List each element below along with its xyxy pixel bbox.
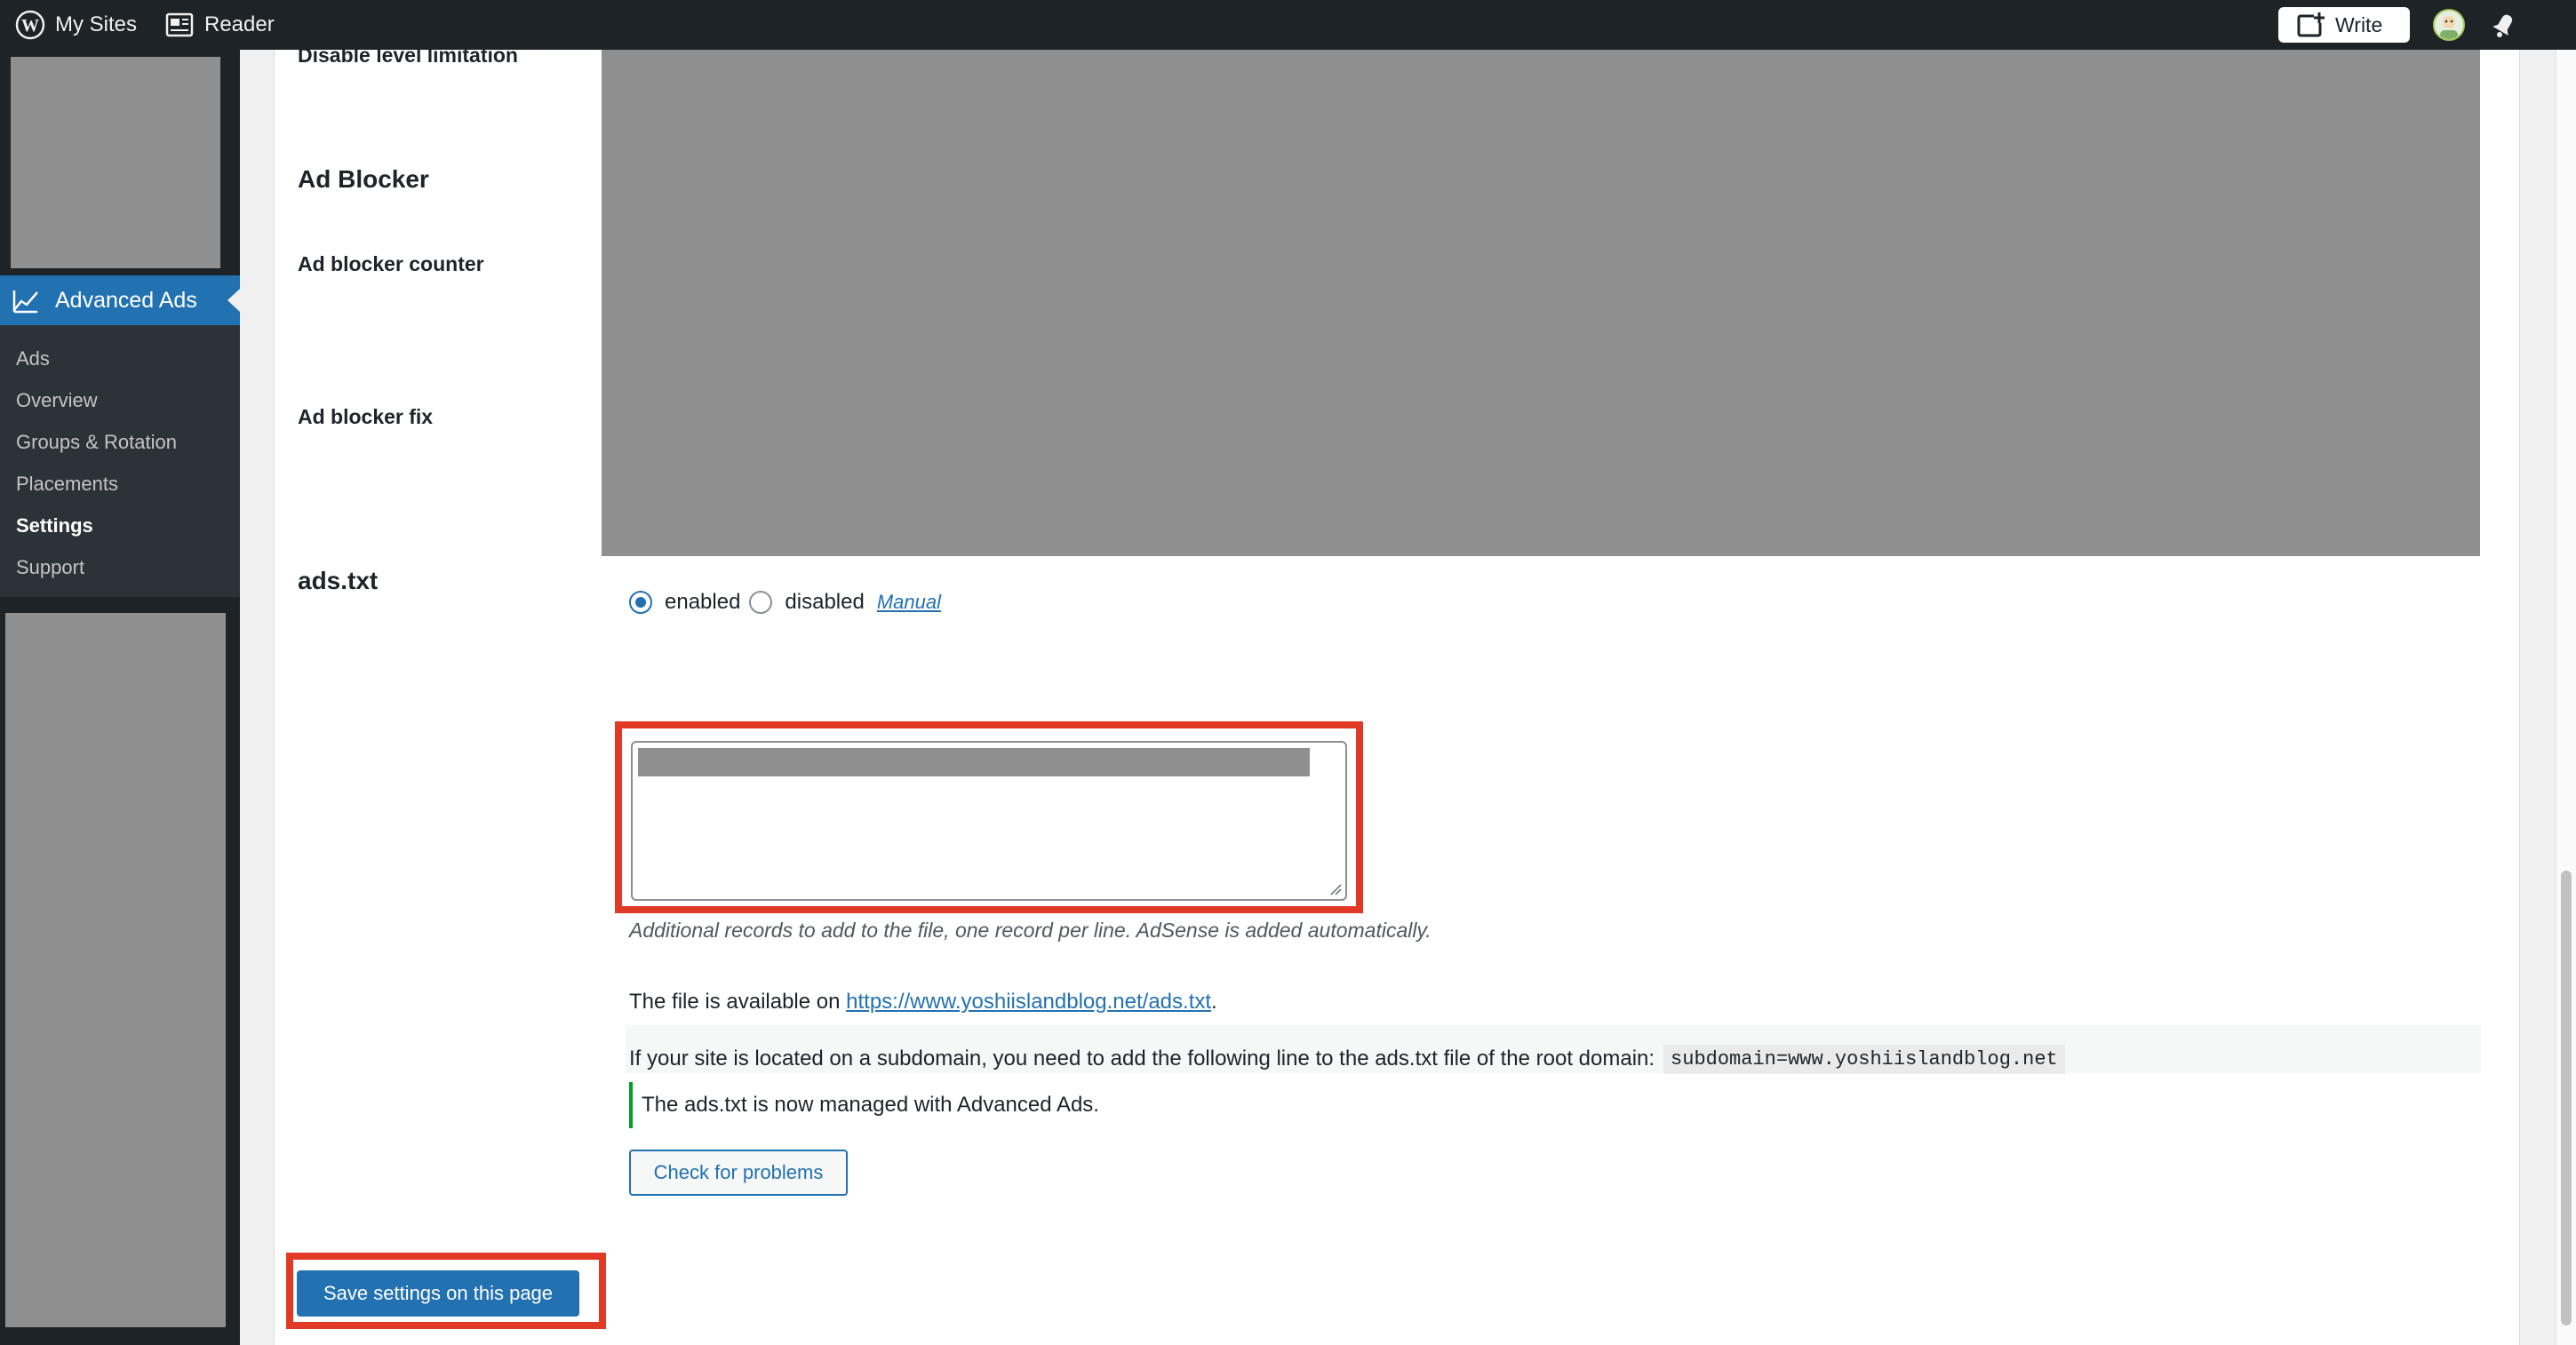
redacted-text xyxy=(638,748,1310,776)
ads-txt-heading: ads.txt xyxy=(298,567,379,594)
disable-level-label: Disable level limitation xyxy=(298,44,518,67)
textarea-description: Additional records to add to the file, o… xyxy=(629,919,1432,942)
ads-txt-url-link[interactable]: https://www.yoshiislandblog.net/ads.txt xyxy=(846,990,1211,1014)
file-available-text: The file is available on https://www.yos… xyxy=(629,990,1217,1014)
manual-link[interactable]: Manual xyxy=(877,591,941,614)
save-settings-button[interactable]: Save settings on this page xyxy=(297,1270,579,1317)
write-label: Write xyxy=(2335,12,2383,36)
radio-enabled[interactable] xyxy=(629,591,652,614)
subdomain-text: If your site is located on a subdomain, … xyxy=(629,1047,1655,1070)
svg-text:W: W xyxy=(21,16,39,36)
admin-sidebar: Advanced Ads Ads Overview Groups & Rotat… xyxy=(0,50,240,1345)
reader-icon[interactable] xyxy=(163,0,195,50)
submenu: Ads Overview Groups & Rotation Placement… xyxy=(0,325,240,597)
write-button[interactable]: Write xyxy=(2278,7,2410,43)
page-scrollbar[interactable] xyxy=(2556,50,2576,1345)
ad-blocker-counter-label: Ad blocker counter xyxy=(298,252,484,275)
ads-txt-status: enabled disabled Manual xyxy=(629,588,941,617)
managed-notice: The ads.txt is now managed with Advanced… xyxy=(629,1082,1099,1128)
admin-bar: W My Sites Reader Write xyxy=(0,0,2576,50)
scrollbar-thumb[interactable] xyxy=(2561,871,2572,1325)
menu-advanced-ads-label: Advanced Ads xyxy=(55,287,197,313)
radio-enabled-label[interactable]: enabled xyxy=(665,590,740,615)
submenu-ads[interactable]: Ads xyxy=(0,338,240,379)
chart-icon xyxy=(12,290,38,314)
check-for-problems-button[interactable]: Check for problems xyxy=(629,1150,848,1196)
resize-handle-icon[interactable] xyxy=(1329,883,1342,895)
submenu-support[interactable]: Support xyxy=(0,546,240,588)
reader-link[interactable]: Reader xyxy=(204,0,275,50)
submenu-groups-rotation[interactable]: Groups & Rotation xyxy=(0,421,240,463)
ad-blocker-heading: Ad Blocker xyxy=(298,165,429,193)
redacted-menu-area xyxy=(11,57,220,268)
new-post-icon xyxy=(2297,12,2325,37)
my-sites-link[interactable]: My Sites xyxy=(55,0,137,50)
file-available-prefix: The file is available on xyxy=(629,990,841,1014)
wordpress-logo-icon[interactable]: W xyxy=(12,0,48,50)
avatar[interactable] xyxy=(2433,9,2465,41)
ads-txt-records-textarea[interactable] xyxy=(631,741,1347,901)
settings-panel: Disable level limitation Ad Blocker Ad b… xyxy=(274,44,2520,1345)
submenu-placements[interactable]: Placements xyxy=(0,463,240,505)
notifications-icon[interactable] xyxy=(2488,9,2520,41)
radio-disabled-label[interactable]: disabled xyxy=(785,590,864,615)
redacted-menu-area xyxy=(5,613,226,1327)
submenu-overview[interactable]: Overview xyxy=(0,379,240,421)
subdomain-code: subdomain=www.yoshiislandblog.net xyxy=(1663,1044,2065,1074)
current-menu-arrow xyxy=(227,289,240,312)
menu-advanced-ads[interactable]: Advanced Ads xyxy=(0,275,240,325)
redacted-settings-area xyxy=(602,50,2480,556)
ad-blocker-fix-label: Ad blocker fix xyxy=(298,405,434,428)
subdomain-info: If your site is located on a subdomain, … xyxy=(629,1043,2065,1075)
submenu-settings[interactable]: Settings xyxy=(0,505,240,546)
radio-disabled[interactable] xyxy=(749,591,773,614)
